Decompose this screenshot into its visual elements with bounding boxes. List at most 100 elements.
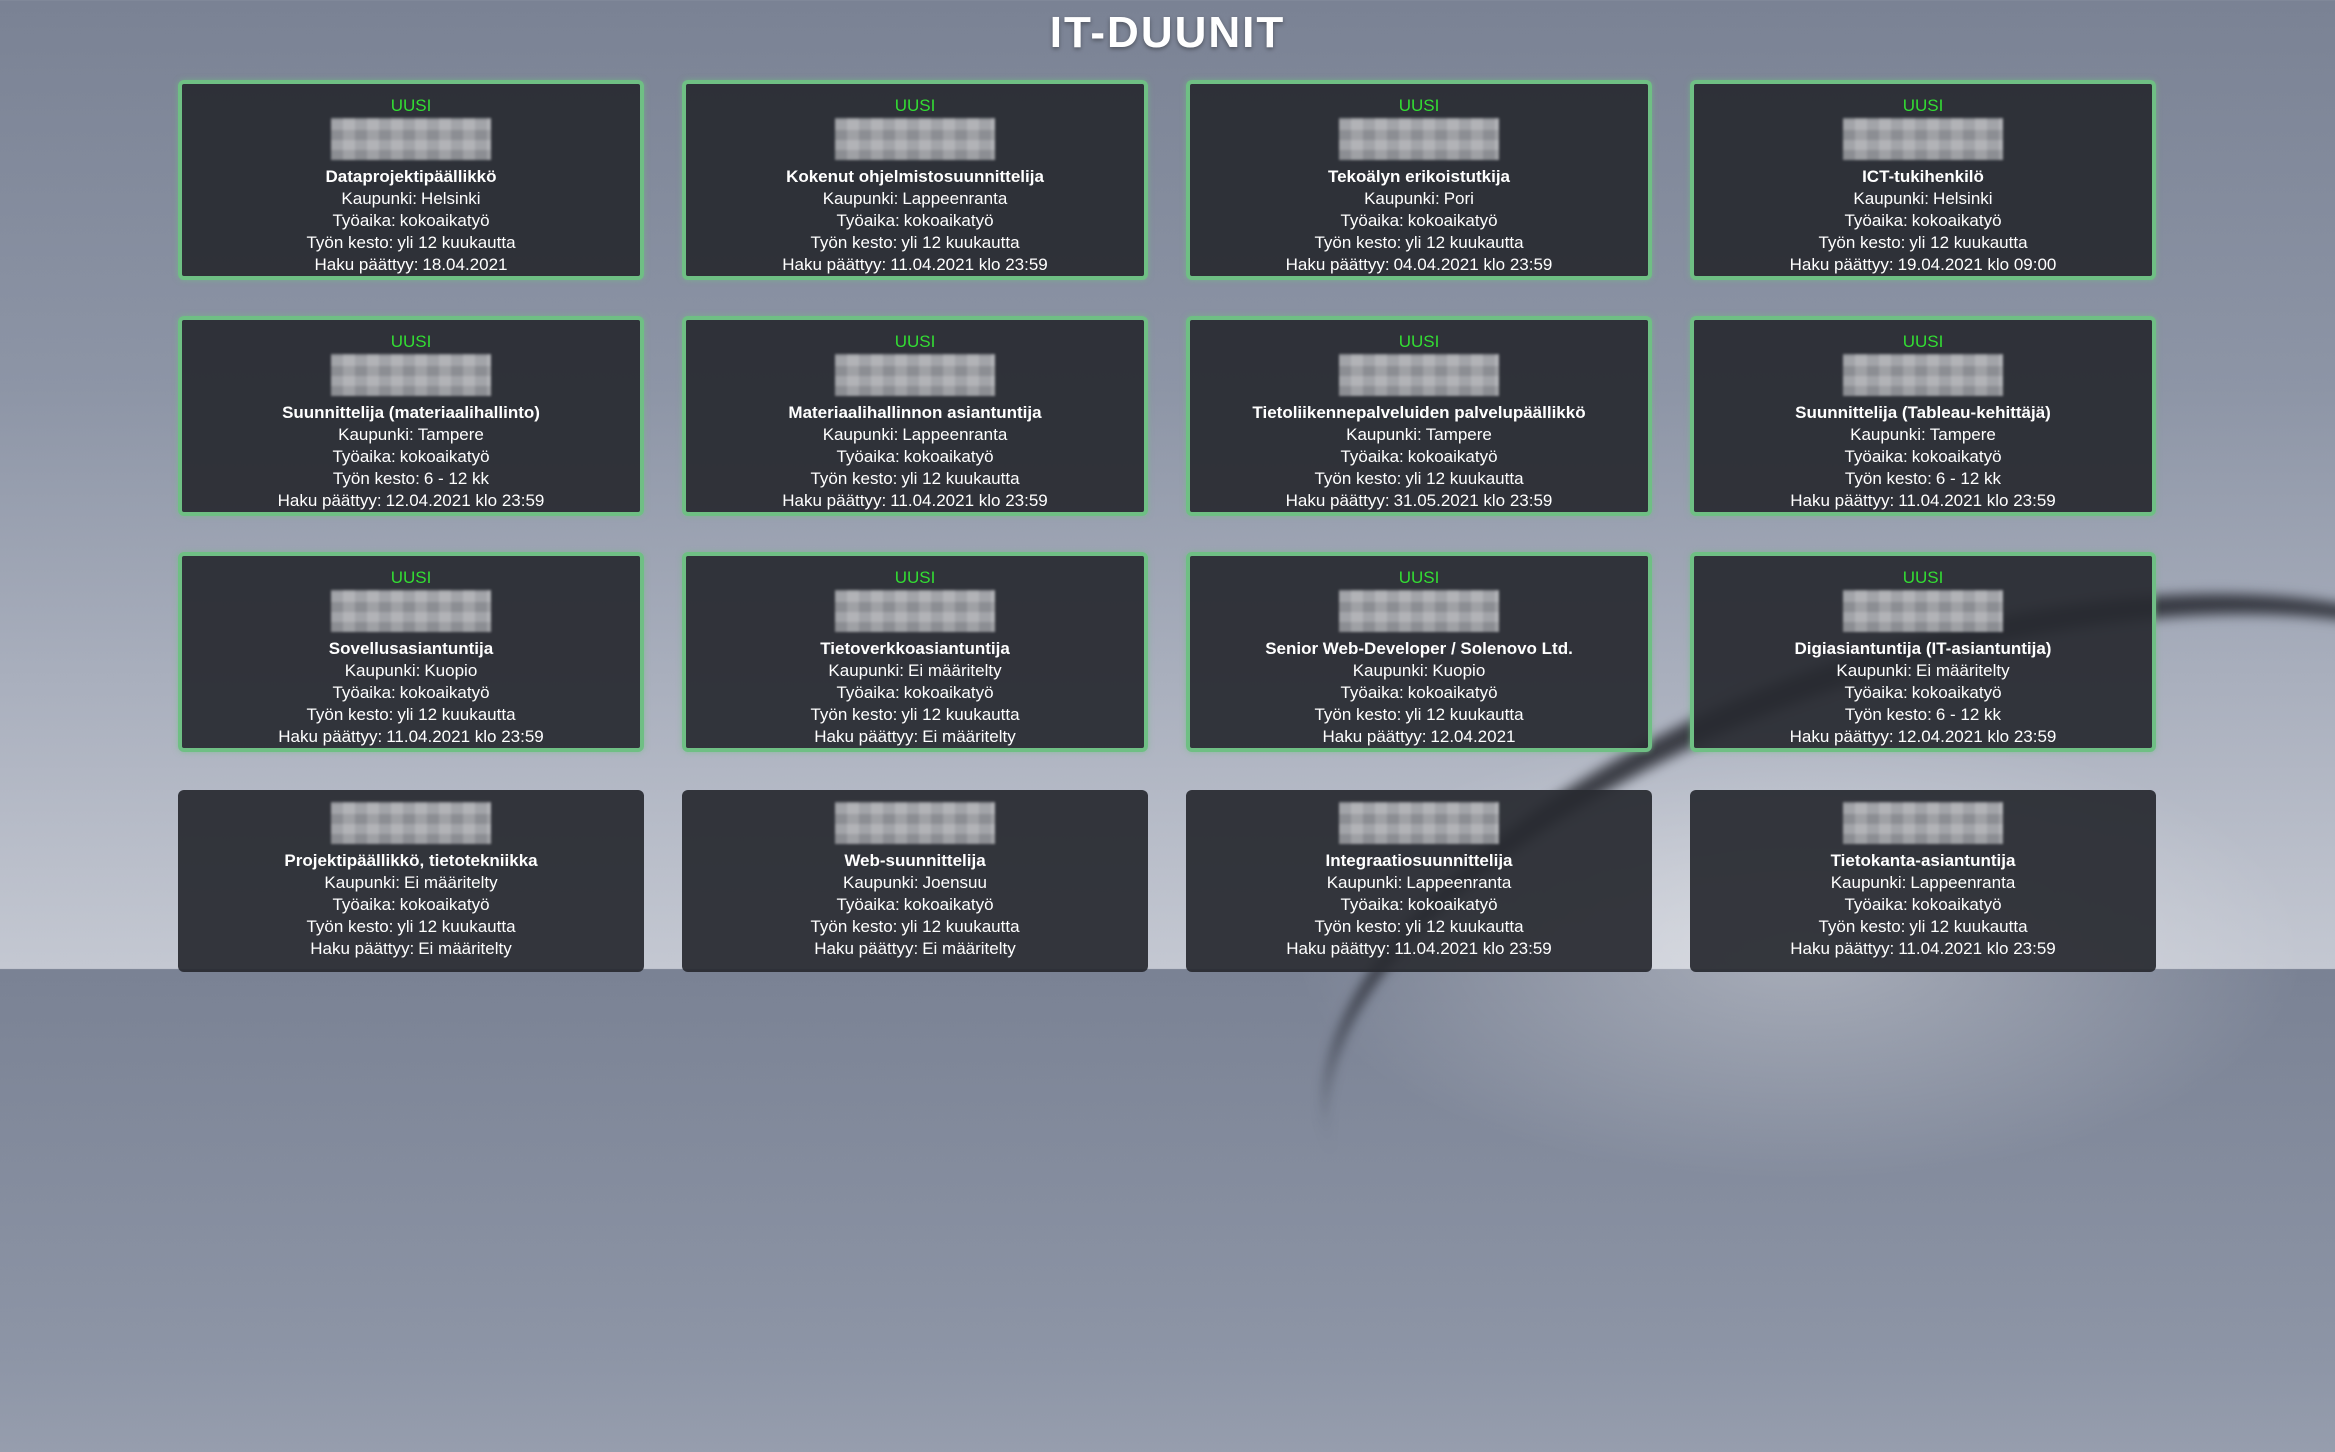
- job-city: Kaupunki: Lappeenranta: [686, 188, 1144, 210]
- job-worktime-label: Työaika:: [1340, 211, 1404, 230]
- job-city-value: Lappeenranta: [1910, 873, 2016, 892]
- job-title[interactable]: Integraatiosuunnittelija: [1190, 850, 1648, 872]
- job-city: Kaupunki: Ei määritelty: [686, 660, 1144, 682]
- job-title[interactable]: ICT-tukihenkilö: [1694, 166, 2152, 188]
- job-title[interactable]: Web-suunnittelija: [686, 850, 1144, 872]
- job-city-label: Kaupunki:: [828, 661, 905, 680]
- job-worktime: Työaika: kokoaikatyö: [182, 210, 640, 232]
- job-title[interactable]: Dataprojektipäällikkö: [182, 166, 640, 188]
- job-city: Kaupunki: Helsinki: [182, 188, 640, 210]
- job-duration: Työn kesto: yli 12 kuukautta: [1190, 704, 1648, 726]
- job-city-value: Kuopio: [1432, 661, 1486, 680]
- job-deadline: Haku päättyy: 11.04.2021 klo 23:59: [182, 726, 640, 748]
- job-duration-label: Työn kesto:: [1818, 917, 1906, 936]
- job-deadline-label: Haku päättyy:: [782, 491, 887, 510]
- job-card[interactable]: UUSI Tietoverkkoasiantuntija Kaupunki: Ei m…: [682, 552, 1148, 752]
- job-deadline-label: Haku päättyy:: [277, 491, 382, 510]
- job-worktime-value: kokoaikatyö: [1407, 447, 1498, 466]
- job-city-label: Kaupunki:: [1326, 873, 1403, 892]
- job-worktime: Työaika: kokoaikatyö: [182, 894, 640, 916]
- job-duration: Työn kesto: yli 12 kuukautta: [182, 916, 640, 938]
- employer-logo: [1843, 802, 2003, 844]
- employer-logo: [835, 802, 995, 844]
- job-city-label: Kaupunki:: [1352, 661, 1429, 680]
- job-duration-label: Työn kesto:: [1844, 705, 1932, 724]
- job-worktime-label: Työaika:: [1340, 895, 1404, 914]
- job-duration-value: 6 - 12 kk: [1935, 705, 2002, 724]
- job-title[interactable]: Tietokanta-asiantuntija: [1694, 850, 2152, 872]
- job-duration-label: Työn kesto:: [810, 233, 898, 252]
- job-city: Kaupunki: Kuopio: [182, 660, 640, 682]
- job-city: Kaupunki: Tampere: [1694, 424, 2152, 446]
- job-deadline: Haku päättyy: 12.04.2021: [1190, 726, 1648, 748]
- job-card[interactable]: UUSI Tekoälyn erikoistutkija Kaupunki: Pori…: [1186, 80, 1652, 280]
- job-duration-value: yli 12 kuukautta: [1909, 233, 2028, 252]
- job-city-value: Kuopio: [424, 661, 478, 680]
- job-duration-label: Työn kesto:: [306, 233, 394, 252]
- job-city-value: Tampere: [1425, 425, 1492, 444]
- job-city-label: Kaupunki:: [822, 189, 899, 208]
- job-title[interactable]: Materiaalihallinnon asiantuntija: [686, 402, 1144, 424]
- job-deadline-label: Haku päättyy:: [814, 727, 919, 746]
- job-title[interactable]: Projektipäällikkö, tietotekniikka: [182, 850, 640, 872]
- job-card[interactable]: Tietokanta-asiantuntija Kaupunki: Lappeenr…: [1690, 790, 2156, 972]
- job-deadline-value: 18.04.2021: [422, 255, 508, 274]
- job-card[interactable]: UUSI Kokenut ohjelmistosuunnittelija Kaupu…: [682, 80, 1148, 280]
- job-worktime-value: kokoaikatyö: [1407, 211, 1498, 230]
- job-city: Kaupunki: Helsinki: [1694, 188, 2152, 210]
- job-duration-value: yli 12 kuukautta: [1405, 705, 1524, 724]
- job-title[interactable]: Sovellusasiantuntija: [182, 638, 640, 660]
- job-worktime-value: kokoaikatyö: [1407, 895, 1498, 914]
- employer-logo: [1339, 118, 1499, 160]
- employer-logo: [1339, 354, 1499, 396]
- job-card[interactable]: UUSI Senior Web-Developer / Solenovo Ltd.…: [1186, 552, 1652, 752]
- job-city: Kaupunki: Kuopio: [1190, 660, 1648, 682]
- job-title[interactable]: Tietoverkkoasiantuntija: [686, 638, 1144, 660]
- job-card[interactable]: UUSI Digiasiantuntija (IT-asiantuntija) Ka…: [1690, 552, 2156, 752]
- job-duration-label: Työn kesto:: [1314, 469, 1402, 488]
- job-duration-label: Työn kesto:: [306, 917, 394, 936]
- job-city-value: Helsinki: [1933, 189, 1993, 208]
- employer-logo: [835, 118, 995, 160]
- job-worktime-value: kokoaikatyö: [903, 447, 994, 466]
- job-title[interactable]: Kokenut ohjelmistosuunnittelija: [686, 166, 1144, 188]
- job-title[interactable]: Tietoliikennepalveluiden palvelupäällikk…: [1190, 402, 1648, 424]
- job-deadline: Haku päättyy: 11.04.2021 klo 23:59: [1190, 938, 1648, 960]
- job-city: Kaupunki: Tampere: [1190, 424, 1648, 446]
- job-card[interactable]: UUSI Suunnittelija (Tableau-kehittäjä) Kau…: [1690, 316, 2156, 516]
- job-card[interactable]: Web-suunnittelija Kaupunki: Joensuu Työaika…: [682, 790, 1148, 972]
- job-card[interactable]: UUSI Sovellusasiantuntija Kaupunki: Kuopio T…: [178, 552, 644, 752]
- job-duration-value: yli 12 kuukautta: [397, 705, 516, 724]
- job-duration: Työn kesto: yli 12 kuukautta: [1190, 468, 1648, 490]
- job-card[interactable]: Integraatiosuunnittelija Kaupunki: Lappeen…: [1186, 790, 1652, 972]
- job-card[interactable]: UUSI Tietoliikennepalveluiden palvelupääl…: [1186, 316, 1652, 516]
- job-city: Kaupunki: Ei määritelty: [182, 872, 640, 894]
- job-worktime-label: Työaika:: [1844, 447, 1908, 466]
- job-title[interactable]: Tekoälyn erikoistutkija: [1190, 166, 1648, 188]
- job-card[interactable]: UUSI Suunnittelija (materiaalihallinto) Ka…: [178, 316, 644, 516]
- job-title[interactable]: Suunnittelija (Tableau-kehittäjä): [1694, 402, 2152, 424]
- job-duration-label: Työn kesto:: [1314, 917, 1402, 936]
- job-title[interactable]: Senior Web-Developer / Solenovo Ltd.: [1190, 638, 1648, 660]
- job-title[interactable]: Suunnittelija (materiaalihallinto): [182, 402, 640, 424]
- job-duration: Työn kesto: yli 12 kuukautta: [686, 232, 1144, 254]
- job-duration: Työn kesto: 6 - 12 kk: [1694, 704, 2152, 726]
- job-deadline: Haku päättyy: 11.04.2021 klo 23:59: [686, 490, 1144, 512]
- job-duration-value: 6 - 12 kk: [1935, 469, 2002, 488]
- job-worktime-value: kokoaikatyö: [1407, 683, 1498, 702]
- job-deadline-value: Ei määritelty: [922, 939, 1016, 958]
- job-duration-value: yli 12 kuukautta: [901, 705, 1020, 724]
- job-deadline-value: 11.04.2021 klo 23:59: [1898, 491, 2056, 510]
- job-card[interactable]: UUSI Materiaalihallinnon asiantuntija Kaup…: [682, 316, 1148, 516]
- job-worktime-value: kokoaikatyö: [903, 683, 994, 702]
- job-card[interactable]: UUSI ICT-tukihenkilö Kaupunki: Helsinki Työa…: [1690, 80, 2156, 280]
- job-title[interactable]: Digiasiantuntija (IT-asiantuntija): [1694, 638, 2152, 660]
- employer-logo: [835, 590, 995, 632]
- job-duration-value: yli 12 kuukautta: [1405, 469, 1524, 488]
- job-worktime-value: kokoaikatyö: [1911, 447, 2002, 466]
- job-duration-value: yli 12 kuukautta: [901, 233, 1020, 252]
- job-worktime-value: kokoaikatyö: [399, 895, 490, 914]
- job-city-value: Pori: [1443, 189, 1474, 208]
- job-card[interactable]: UUSI Dataprojektipäällikkö Kaupunki: Helsin…: [178, 80, 644, 280]
- job-card[interactable]: Projektipäällikkö, tietotekniikka Kaupunk…: [178, 790, 644, 972]
